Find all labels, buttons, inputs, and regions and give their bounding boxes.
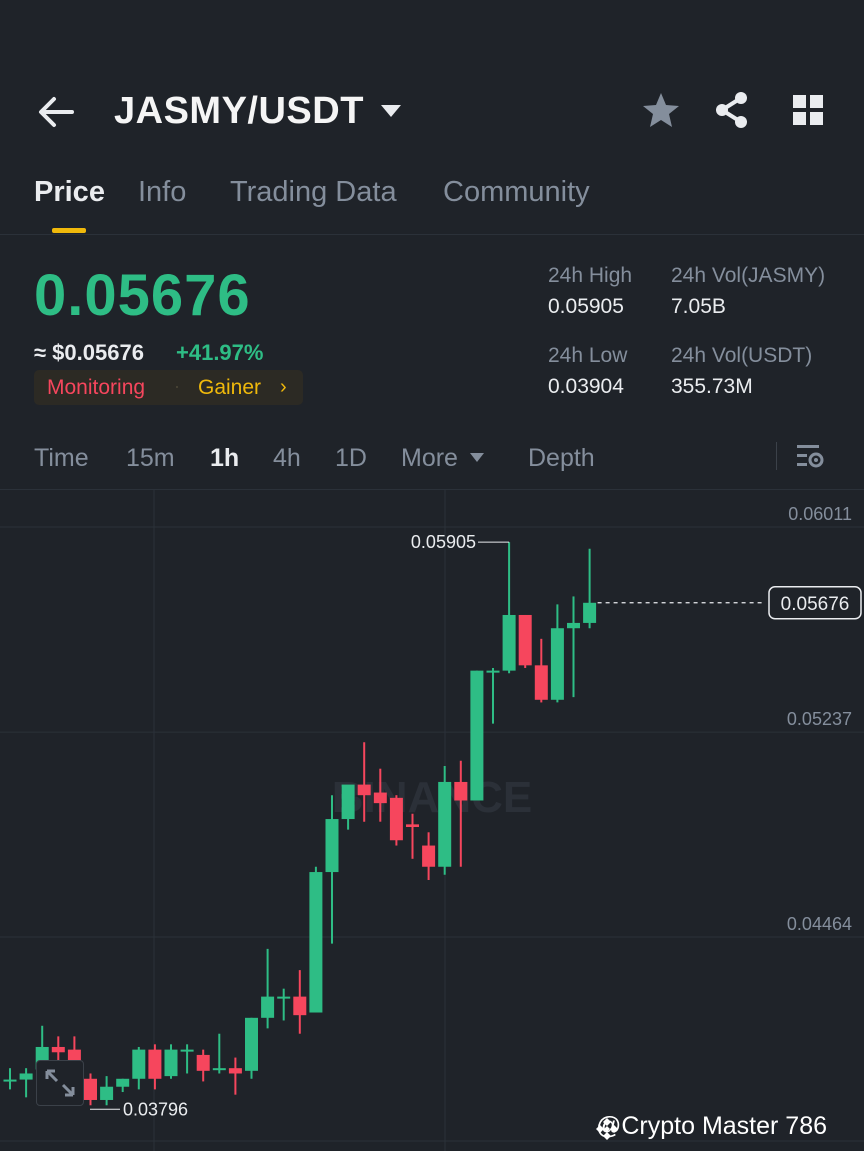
low-label: 24h Low	[548, 344, 628, 367]
candle-body	[373, 792, 387, 804]
tf-1d[interactable]: 1D	[335, 444, 367, 473]
vol-base-value: 7.05B	[671, 295, 726, 318]
candle-body	[486, 670, 500, 673]
grid-menu-icon[interactable]	[790, 92, 830, 132]
tf-depth[interactable]: Depth	[528, 444, 595, 473]
candle-body	[357, 784, 371, 796]
high-marker-label: 0.05905	[411, 532, 476, 552]
tab-community[interactable]: Community	[443, 176, 590, 209]
share-icon[interactable]	[712, 90, 752, 130]
chart-watermark: BINANCE	[332, 773, 532, 822]
price-change: +41.97%	[176, 340, 264, 365]
pair-title[interactable]: JASMY/USDT	[114, 90, 364, 133]
usd-price: ≈ $0.05676	[34, 340, 144, 365]
active-tab-indicator	[52, 228, 86, 233]
candle-body	[406, 824, 419, 827]
toolbar-separator	[776, 442, 777, 470]
candle-body	[438, 781, 452, 867]
price-axis-label: 0.04464	[787, 914, 852, 934]
candle-body	[3, 1079, 17, 1082]
vol-quote-label: 24h Vol(USDT)	[671, 344, 813, 367]
candle-body	[180, 1049, 194, 1052]
vol-base-label: 24h Vol(JASMY)	[671, 264, 826, 287]
tag-separator: ·	[174, 376, 180, 396]
candle-body	[100, 1086, 114, 1100]
candle-body	[132, 1049, 146, 1079]
candle-body	[148, 1049, 162, 1079]
candle-body	[261, 996, 275, 1018]
chevron-right-icon[interactable]: ›	[280, 376, 287, 399]
back-arrow-icon[interactable]	[36, 92, 76, 132]
vol-quote-value: 355.73M	[671, 375, 753, 398]
candle-body	[341, 784, 355, 820]
watermark-text: @Crypto Master 786	[596, 1112, 828, 1140]
candles	[3, 542, 597, 1106]
tf-15m[interactable]: 15m	[126, 444, 175, 473]
candle-body	[19, 1073, 33, 1080]
candle-body	[389, 797, 403, 841]
last-price: 0.05676	[34, 263, 251, 328]
tab-info[interactable]: Info	[138, 176, 186, 209]
candle-body	[116, 1078, 130, 1087]
binance-logo-icon	[594, 1116, 620, 1147]
high-label: 24h High	[548, 264, 633, 287]
candle-body	[422, 845, 436, 867]
tab-divider	[0, 234, 864, 235]
gainer-tag[interactable]: Gainer	[198, 376, 261, 400]
candle-body	[277, 996, 291, 999]
candle-body	[534, 665, 548, 700]
tf-time[interactable]: Time	[34, 444, 89, 473]
candle-body	[518, 614, 532, 666]
high-value: 0.05905	[548, 295, 624, 318]
tab-trading-data[interactable]: Trading Data	[230, 176, 397, 209]
candle-body	[567, 622, 580, 629]
caret-down-icon[interactable]	[380, 104, 402, 123]
low-marker-label: 0.03796	[123, 1099, 188, 1119]
low-value: 0.03904	[548, 375, 624, 398]
star-icon[interactable]	[641, 90, 681, 130]
tab-price[interactable]: Price	[34, 176, 105, 209]
candle-body	[212, 1068, 226, 1071]
candle-body	[583, 602, 597, 623]
candle-body	[325, 819, 339, 873]
candle-body	[228, 1068, 242, 1074]
candle-body	[470, 670, 484, 801]
tf-1h[interactable]: 1h	[210, 444, 239, 473]
candle-body	[502, 614, 516, 671]
expand-chart-icon[interactable]	[36, 1060, 84, 1106]
price-axis-label: 0.06011	[788, 504, 852, 524]
candle-body	[309, 872, 323, 1013]
tf-4h[interactable]: 4h	[273, 444, 301, 473]
candle-body	[550, 628, 564, 700]
price-markers: 0.05905 0.03796 0.05676	[90, 532, 862, 1119]
more-caret-icon[interactable]	[469, 450, 485, 468]
tf-more[interactable]: More	[401, 444, 458, 473]
candlestick-chart[interactable]: 0.060110.052370.04464 BINANCE 0.059050.0…	[0, 490, 864, 1151]
candle-body	[196, 1054, 210, 1071]
price-axis-label: 0.05237	[787, 709, 852, 729]
chart-settings-icon[interactable]	[796, 442, 826, 475]
monitoring-tag[interactable]: Monitoring	[47, 376, 145, 400]
candle-body	[51, 1046, 65, 1053]
candle-body	[245, 1017, 258, 1071]
current-price-label: 0.05676	[781, 594, 850, 615]
candle-body	[164, 1049, 178, 1077]
candle-body	[293, 996, 307, 1016]
candle-body	[84, 1078, 97, 1100]
candle-body	[454, 781, 468, 801]
